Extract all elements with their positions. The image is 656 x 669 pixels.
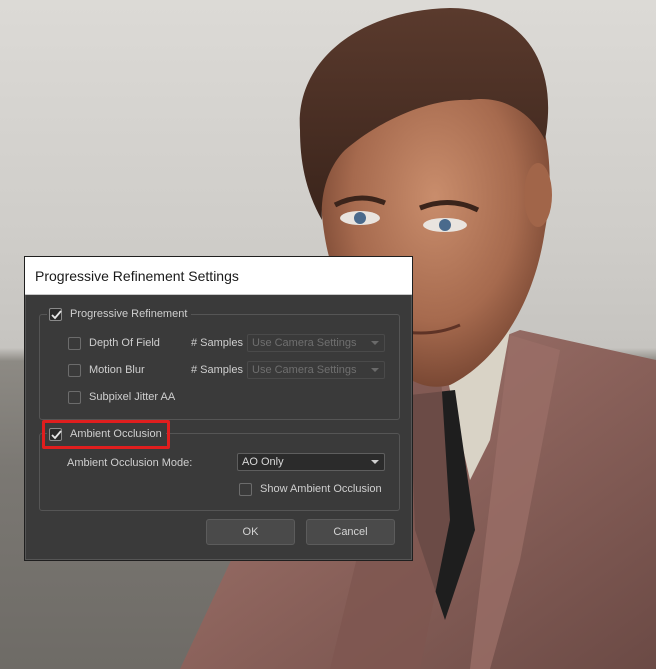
mb-samples-label: # Samples bbox=[191, 364, 243, 376]
chevron-down-icon bbox=[371, 368, 379, 372]
checkmark-icon bbox=[51, 309, 62, 319]
dialog-titlebar[interactable]: Progressive Refinement Settings bbox=[25, 257, 412, 295]
show-ao-toggle[interactable]: Show Ambient Occlusion bbox=[239, 480, 382, 498]
progressive-refinement-label: Progressive Refinement bbox=[70, 308, 188, 320]
dof-samples-label: # Samples bbox=[191, 337, 243, 349]
mb-samples-select[interactable]: Use Camera Settings bbox=[247, 361, 385, 379]
chevron-down-icon bbox=[371, 341, 379, 345]
motion-blur-checkbox[interactable] bbox=[68, 363, 81, 377]
progressive-refinement-checkbox[interactable] bbox=[49, 307, 62, 321]
dialog-title: Progressive Refinement Settings bbox=[35, 268, 239, 284]
show-ao-label: Show Ambient Occlusion bbox=[260, 483, 382, 495]
subpixel-jitter-checkbox[interactable] bbox=[68, 390, 81, 404]
show-ao-checkbox[interactable] bbox=[239, 482, 252, 496]
ao-mode-select[interactable]: AO Only bbox=[237, 453, 385, 471]
annotation-highlight-box bbox=[42, 420, 170, 449]
ok-button[interactable]: OK bbox=[206, 519, 295, 545]
depth-of-field-toggle[interactable]: Depth Of Field bbox=[68, 334, 160, 352]
subpixel-jitter-toggle[interactable]: Subpixel Jitter AA bbox=[68, 388, 175, 406]
progressive-refinement-dialog: Progressive Refinement Settings Progress… bbox=[24, 256, 413, 561]
dof-samples-select[interactable]: Use Camera Settings bbox=[247, 334, 385, 352]
mb-samples-value: Use Camera Settings bbox=[252, 364, 357, 376]
progressive-refinement-toggle[interactable]: Progressive Refinement bbox=[47, 305, 192, 323]
depth-of-field-label: Depth Of Field bbox=[89, 337, 160, 349]
motion-blur-label: Motion Blur bbox=[89, 364, 145, 376]
depth-of-field-checkbox[interactable] bbox=[68, 336, 81, 350]
subpixel-jitter-label: Subpixel Jitter AA bbox=[89, 391, 176, 403]
dof-samples-value: Use Camera Settings bbox=[252, 337, 357, 349]
motion-blur-toggle[interactable]: Motion Blur bbox=[68, 361, 145, 379]
ao-mode-label: Ambient Occlusion Mode: bbox=[67, 457, 193, 469]
cancel-button[interactable]: Cancel bbox=[306, 519, 395, 545]
ao-mode-value: AO Only bbox=[242, 456, 284, 468]
chevron-down-icon bbox=[371, 460, 379, 464]
